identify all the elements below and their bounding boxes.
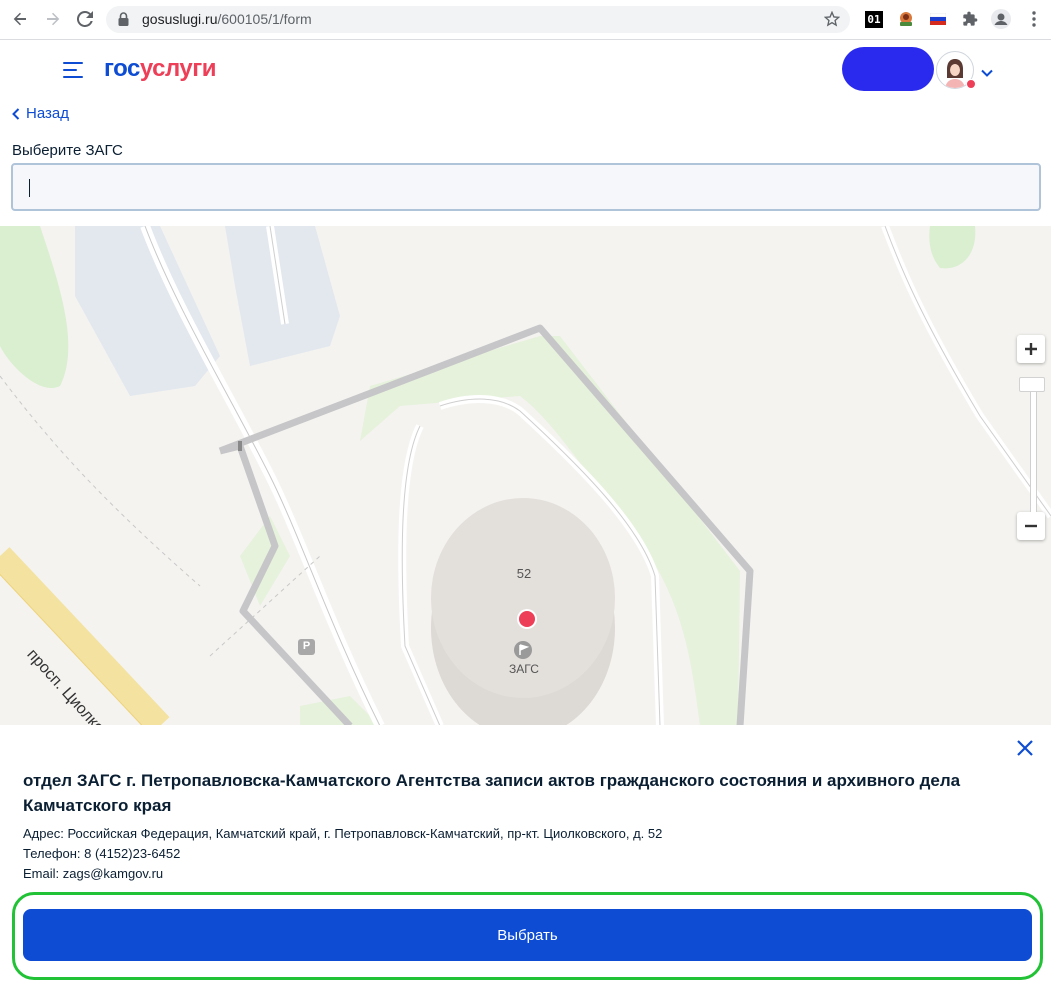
zoom-slider-handle[interactable] bbox=[1019, 377, 1045, 392]
notification-dot bbox=[966, 79, 976, 89]
chevron-down-icon[interactable] bbox=[981, 64, 993, 82]
bookmark-star-icon[interactable] bbox=[823, 10, 841, 32]
back-link[interactable]: Назад bbox=[12, 105, 69, 122]
close-icon[interactable] bbox=[1015, 738, 1035, 758]
user-name-redacted[interactable] bbox=[842, 47, 934, 91]
extensions-puzzle-icon[interactable] bbox=[960, 9, 980, 29]
zags-search-input[interactable] bbox=[11, 163, 1041, 211]
minus-icon bbox=[1025, 524, 1037, 528]
zags-poi-label[interactable]: ЗАГС bbox=[496, 662, 552, 676]
lock-icon bbox=[118, 12, 129, 31]
forward-arrow-icon[interactable] bbox=[42, 8, 64, 30]
zags-field-label: Выберите ЗАГС bbox=[12, 142, 123, 159]
url-text: gosuslugi.ru/600105/1/form bbox=[142, 11, 312, 27]
russian-flag-icon[interactable] bbox=[928, 9, 948, 29]
map-canvas bbox=[0, 226, 1051, 726]
menu-icon[interactable] bbox=[63, 62, 85, 80]
plus-icon bbox=[1025, 343, 1037, 355]
email-row: Email: zags@kamgov.ru bbox=[23, 866, 163, 881]
email-value: zags@kamgov.ru bbox=[62, 866, 164, 881]
browser-menu-icon[interactable] bbox=[1024, 9, 1044, 29]
select-button[interactable]: Выбрать bbox=[23, 909, 1032, 961]
zoom-slider-track[interactable] bbox=[1030, 384, 1037, 512]
zoom-in-button[interactable] bbox=[1017, 335, 1045, 363]
address-bar[interactable]: gosuslugi.ru/600105/1/form bbox=[106, 6, 850, 33]
map[interactable]: 52 ЗАГС P просп. Циолковско bbox=[0, 226, 1051, 726]
gosuslugi-logo[interactable]: госуслуги bbox=[104, 55, 217, 83]
back-label: Назад bbox=[26, 105, 69, 122]
parking-label: P bbox=[302, 640, 311, 652]
extension-reader-icon[interactable] bbox=[896, 9, 916, 29]
phone-row: Телефон: 8 (4152)23-6452 bbox=[23, 846, 180, 861]
email-label: Email: bbox=[23, 866, 60, 881]
site-header: госуслуги bbox=[0, 40, 1051, 100]
building-number-label: 52 bbox=[516, 566, 532, 581]
text-caret bbox=[29, 179, 30, 197]
reload-icon[interactable] bbox=[74, 8, 96, 30]
address-label: Адрес: bbox=[23, 826, 64, 841]
browser-toolbar: gosuslugi.ru/600105/1/form 01 bbox=[0, 0, 1051, 40]
address-row: Адрес: Российская Федерация, Камчатский … bbox=[23, 826, 662, 841]
profile-icon[interactable] bbox=[991, 9, 1011, 29]
extension-01-icon[interactable]: 01 bbox=[864, 9, 884, 29]
org-title: отдел ЗАГС г. Петропавловска-Камчатского… bbox=[23, 771, 961, 815]
phone-label: Телефон: bbox=[23, 846, 81, 861]
zoom-out-button[interactable] bbox=[1017, 512, 1045, 540]
back-arrow-icon[interactable] bbox=[9, 8, 31, 30]
address-value: Российская Федерация, Камчатский край, г… bbox=[67, 826, 663, 841]
chevron-left-icon bbox=[12, 107, 20, 120]
phone-value: 8 (4152)23-6452 bbox=[84, 846, 181, 861]
